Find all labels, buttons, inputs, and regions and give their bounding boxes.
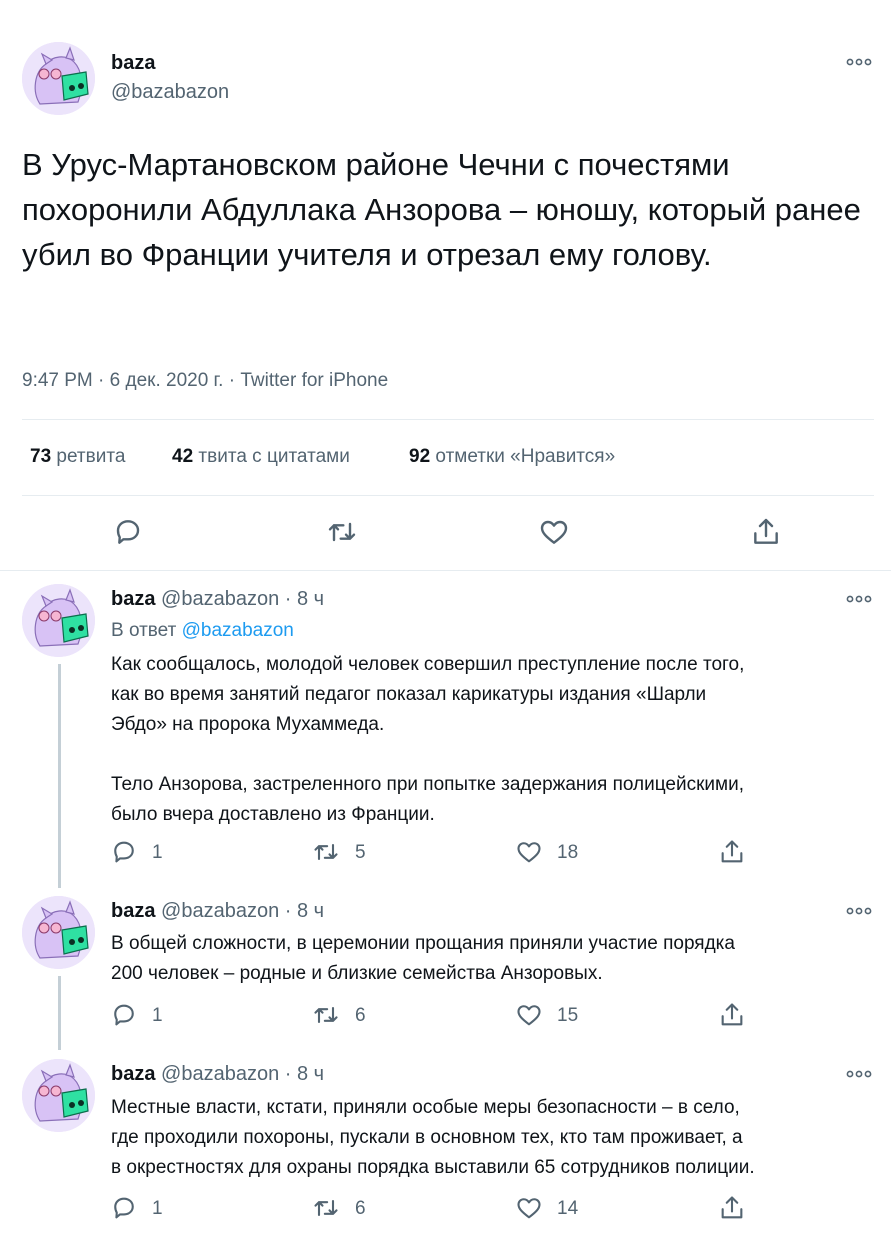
- like-count: 15: [557, 1005, 579, 1026]
- tweet-time[interactable]: 8 ч: [297, 1063, 324, 1085]
- separator: ·: [284, 1063, 292, 1085]
- reply-to-link[interactable]: @bazabazon: [182, 620, 294, 641]
- reply-icon[interactable]: [110, 838, 138, 866]
- retweet-icon[interactable]: [312, 1194, 340, 1222]
- share-icon[interactable]: [718, 838, 746, 866]
- reply-icon[interactable]: [110, 1001, 138, 1029]
- thread-line: [58, 976, 61, 1050]
- like-icon[interactable]: [538, 516, 570, 548]
- retweet-count: 6: [355, 1198, 366, 1219]
- author-name[interactable]: baza: [111, 1063, 155, 1085]
- like-count: 14: [557, 1198, 579, 1219]
- tweet-text: В общей сложности, в церемонии прощания …: [111, 933, 735, 984]
- like-count: 18: [557, 842, 579, 863]
- retweet-icon[interactable]: [312, 1001, 340, 1029]
- author-name[interactable]: baza: [111, 900, 155, 922]
- tweet-time[interactable]: 8 ч: [297, 588, 324, 610]
- avatar[interactable]: [22, 42, 95, 115]
- tweet-text: Местные власти, кстати, приняли особые м…: [111, 1097, 755, 1178]
- separator: ·: [284, 588, 292, 610]
- reply-count: 1: [152, 1198, 163, 1219]
- more-options-icon[interactable]: [846, 1067, 872, 1081]
- retweet-icon[interactable]: [312, 838, 340, 866]
- likes-stat[interactable]: 92 отметки «Нравится»: [409, 446, 615, 468]
- thread-line: [58, 664, 61, 888]
- reply-count: 1: [152, 842, 163, 863]
- retweet-count: 6: [355, 1005, 366, 1026]
- author-name[interactable]: baza: [111, 588, 155, 610]
- share-icon[interactable]: [718, 1001, 746, 1029]
- divider: [22, 495, 874, 496]
- avatar[interactable]: [22, 1059, 95, 1132]
- more-options-icon[interactable]: [846, 592, 872, 606]
- reply-header: baza @bazabazon · 8 ч: [111, 1063, 324, 1086]
- divider: [22, 419, 874, 420]
- author-name[interactable]: baza: [111, 52, 155, 75]
- reply-header: baza @bazabazon · 8 ч: [111, 900, 324, 923]
- share-icon[interactable]: [718, 1194, 746, 1222]
- author-handle[interactable]: @bazabazon: [161, 1063, 279, 1085]
- more-options-icon[interactable]: [846, 904, 872, 918]
- reply-icon[interactable]: [112, 516, 144, 548]
- author-handle[interactable]: @bazabazon: [161, 588, 279, 610]
- reply-header: baza @bazabazon · 8 ч: [111, 588, 324, 611]
- reply-to-line: В ответ @bazabazon: [111, 620, 294, 641]
- avatar[interactable]: [22, 896, 95, 969]
- retweet-icon[interactable]: [326, 516, 358, 548]
- tweet-text: Как сообщалось, молодой человек совершил…: [111, 654, 745, 825]
- like-icon[interactable]: [515, 1001, 543, 1029]
- share-icon[interactable]: [750, 516, 782, 548]
- tweet-text: В Урус-Мартановском районе Чечни с почес…: [22, 147, 861, 272]
- separator: ·: [284, 900, 292, 922]
- avatar[interactable]: [22, 584, 95, 657]
- retweets-stat[interactable]: 73 ретвита: [30, 446, 125, 468]
- like-icon[interactable]: [515, 838, 543, 866]
- quotes-stat[interactable]: 42 твита с цитатами: [172, 446, 350, 468]
- tweet-time[interactable]: 8 ч: [297, 900, 324, 922]
- reply-icon[interactable]: [110, 1194, 138, 1222]
- more-options-icon[interactable]: [846, 55, 872, 69]
- tweet-timestamp[interactable]: 9:47 PM · 6 дек. 2020 г. · Twitter for i…: [22, 370, 388, 392]
- divider: [0, 570, 891, 571]
- retweet-count: 5: [355, 842, 366, 863]
- like-icon[interactable]: [515, 1194, 543, 1222]
- reply-count: 1: [152, 1005, 163, 1026]
- author-handle[interactable]: @bazabazon: [111, 81, 229, 104]
- author-handle[interactable]: @bazabazon: [161, 900, 279, 922]
